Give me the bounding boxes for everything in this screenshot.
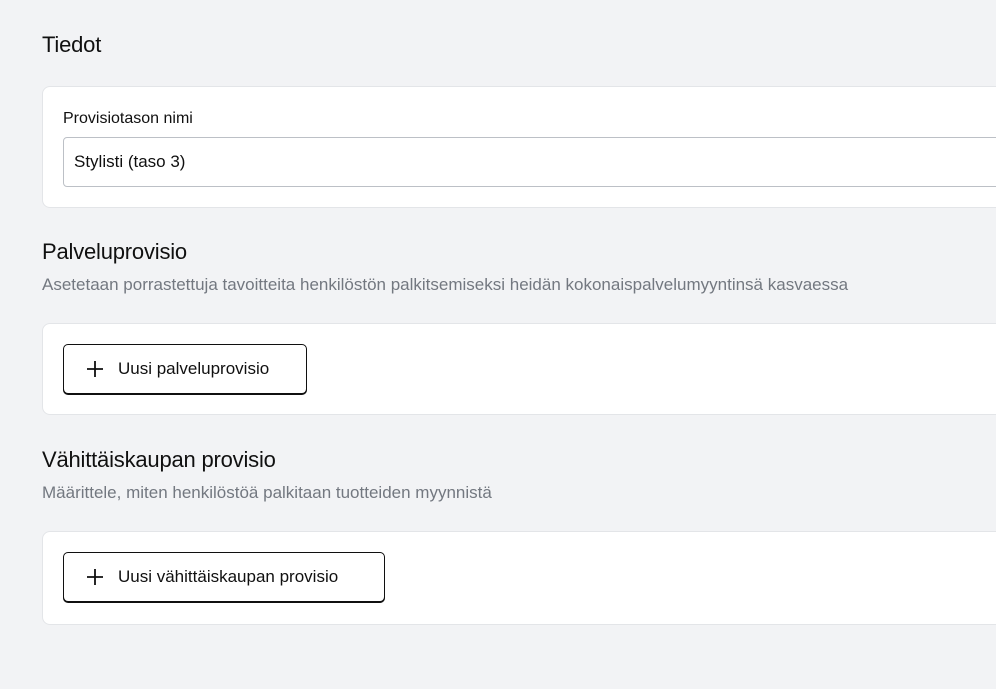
details-section-title: Tiedot bbox=[42, 32, 102, 57]
commission-level-name-label: Provisiotason nimi bbox=[63, 110, 193, 127]
add-service-commission-label: Uusi palveluprovisio bbox=[118, 359, 270, 378]
service-commission-card: Uusi palveluprovisio bbox=[42, 323, 996, 415]
retail-commission-card: Uusi vähittäiskaupan provisio bbox=[42, 531, 996, 625]
retail-commission-title: Vähittäiskaupan provisio bbox=[42, 447, 276, 472]
add-service-commission-button[interactable]: Uusi palveluprovisio bbox=[63, 344, 307, 394]
plus-icon bbox=[86, 568, 104, 586]
commission-level-name-input[interactable] bbox=[63, 137, 996, 187]
service-commission-description: Asetetaan porrastettuja tavoitteita henk… bbox=[42, 275, 849, 294]
retail-commission-description: Määrittele, miten henkilöstöä palkitaan … bbox=[42, 483, 492, 502]
details-card: Provisiotason nimi bbox=[42, 86, 996, 208]
add-retail-commission-button[interactable]: Uusi vähittäiskaupan provisio bbox=[63, 552, 385, 602]
add-retail-commission-label: Uusi vähittäiskaupan provisio bbox=[118, 567, 339, 586]
service-commission-title: Palveluprovisio bbox=[42, 239, 187, 264]
plus-icon bbox=[86, 360, 104, 378]
commission-level-page: Tiedot Provisiotason nimi Palveluprovisi… bbox=[0, 0, 996, 689]
